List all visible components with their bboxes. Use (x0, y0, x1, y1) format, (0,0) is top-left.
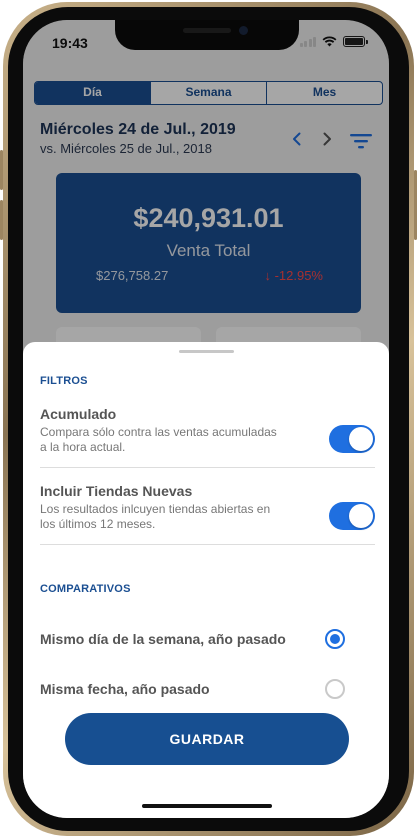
volume-button (0, 150, 3, 190)
filter-acumulado-title: Acumulado (40, 406, 117, 422)
filter-tiendas-nuevas-title: Incluir Tiendas Nuevas (40, 483, 193, 499)
screen: 19:43 Día Semana Mes Miércoles 24 de Jul… (23, 20, 389, 818)
comparative-same-weekday-label[interactable]: Mismo día de la semana, año pasado (40, 631, 286, 647)
home-indicator[interactable] (142, 804, 272, 808)
toggle-knob (349, 504, 373, 528)
filter-acumulado-description: Compara sólo contra las ventas acumulada… (40, 425, 277, 454)
sheet-grabber[interactable] (179, 350, 234, 353)
comparative-same-date-label[interactable]: Misma fecha, año pasado (40, 681, 210, 697)
toggle-knob (349, 427, 373, 451)
filters-sheet: FILTROS Acumulado Compara sólo contra la… (23, 342, 389, 818)
divider (40, 544, 375, 545)
comparatives-section-title: COMPARATIVOS (40, 583, 131, 595)
filter-tiendas-nuevas-description: Los resultados inlcuyen tiendas abiertas… (40, 502, 271, 531)
comparative-same-weekday-radio[interactable] (325, 629, 345, 649)
filter-tiendas-nuevas-toggle[interactable] (329, 502, 375, 530)
filters-section-title: FILTROS (40, 375, 88, 387)
save-button[interactable]: GUARDAR (65, 713, 349, 765)
comparative-same-date-radio[interactable] (325, 679, 345, 699)
volume-button (0, 200, 3, 240)
filter-acumulado-toggle[interactable] (329, 425, 375, 453)
divider (40, 467, 375, 468)
